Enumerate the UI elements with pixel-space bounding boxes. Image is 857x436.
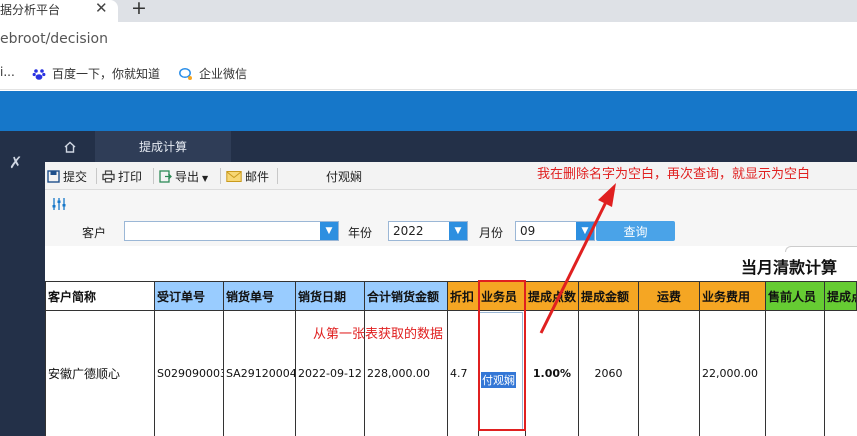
column-header-total-amount: 合计销货金额 (364, 281, 448, 311)
close-icon[interactable]: ✕ (95, 0, 108, 17)
cell-commission-rate: 1.00% (525, 311, 579, 436)
bookmark-label: i... (0, 65, 15, 79)
wecom-icon (179, 67, 192, 80)
month-value: 09 (520, 224, 536, 238)
current-user-name: 付观娴 (326, 170, 363, 184)
sheet-tab-outline (785, 246, 857, 252)
export-icon (159, 170, 172, 183)
customer-label: 客户 (82, 226, 107, 240)
home-icon (64, 141, 76, 153)
sidebar: ✗ (0, 131, 45, 436)
cell-order-no: S029090003 (154, 311, 224, 436)
cell-freight (638, 311, 700, 436)
toolbar-divider (277, 168, 278, 184)
cell-presales (765, 311, 825, 436)
column-header-discount: 折扣 (447, 281, 479, 311)
month-label: 月份 (479, 226, 504, 240)
browser-tab-strip: 据分析平台 ✕ + (0, 0, 857, 22)
new-tab-icon[interactable]: + (131, 0, 147, 19)
address-text[interactable]: ebroot/decision (0, 31, 108, 47)
column-header-order-no: 受订单号 (154, 281, 224, 311)
column-header-customer: 客户简称 (45, 281, 155, 311)
mail-button[interactable]: 邮件 (226, 168, 269, 185)
bookmark-wecom[interactable]: 企业微信 (179, 65, 247, 82)
print-icon (102, 170, 115, 183)
month-combo[interactable]: 09 ▼ (515, 221, 595, 241)
baidu-paw-icon (32, 69, 46, 80)
pin-icon[interactable]: ✗ (9, 153, 22, 172)
annotation-top: 我在删除名字为空白，再次查询，就显示为空白 (537, 167, 811, 182)
year-combo[interactable]: 2022 ▼ (388, 221, 468, 241)
print-button[interactable]: 打印 (102, 168, 142, 185)
column-header-sales-date: 销货日期 (295, 281, 365, 311)
save-icon (47, 170, 60, 183)
cell-customer: 安徽广德顺心 (45, 311, 155, 436)
bookmark-baidu[interactable]: 百度一下，你就知道 (32, 65, 160, 82)
app-tab-bar: 提成计算 (45, 131, 857, 162)
annotation-highlight-box (478, 280, 526, 431)
bookmark-label: 百度一下，你就知道 (52, 67, 161, 81)
browser-tab[interactable]: 据分析平台 ✕ (0, 0, 118, 22)
column-header-business-cost: 业务费用 (699, 281, 766, 311)
annotation-middle: 从第一张表获取的数据 (313, 327, 444, 342)
browser-tab-title: 据分析平台 (0, 3, 61, 17)
bookmark-label: 企业微信 (199, 67, 248, 81)
column-header-commission-rate: 提成点数 (525, 281, 579, 311)
address-bar[interactable]: ebroot/decision (0, 22, 857, 56)
filter-bar: 客户 ▼ 年份 2022 ▼ 月份 09 ▼ 查询 (45, 218, 857, 246)
bookmarks-bar: i... 百度一下，你就知道 企业微信 (0, 56, 857, 90)
column-header-presales: 售前人员 (765, 281, 825, 311)
chevron-down-icon[interactable]: ▼ (576, 222, 594, 240)
app-header (0, 91, 857, 131)
cell-commission-amount: 2060 (578, 311, 639, 436)
chevron-down-icon: ▼ (202, 174, 209, 183)
cell-sales-no: SA29120004 (223, 311, 296, 436)
filter-toggle-row (45, 190, 857, 218)
year-label: 年份 (348, 226, 373, 240)
bookmark-app[interactable]: i... (0, 65, 15, 79)
cell-business-cost: 22,000.00 (699, 311, 766, 436)
chevron-down-icon[interactable]: ▼ (320, 222, 338, 240)
column-header-commission-amount: 提成金额 (578, 281, 639, 311)
filter-settings-icon[interactable] (51, 196, 67, 212)
cell-discount: 4.7 (447, 311, 479, 436)
tab-report[interactable]: 提成计算 (95, 131, 231, 162)
toolbar-divider (153, 168, 154, 184)
query-button[interactable]: 查询 (596, 221, 675, 241)
customer-combo[interactable]: ▼ (124, 221, 339, 241)
export-button[interactable]: 导出 ▼ (159, 168, 208, 185)
mail-icon (226, 171, 242, 182)
column-header-presales-rate: 提成点 (824, 281, 857, 311)
cell-presales-rate (824, 311, 857, 436)
toolbar-divider (220, 168, 221, 184)
home-tab[interactable] (45, 131, 95, 162)
toolbar-divider (96, 168, 97, 184)
year-value: 2022 (393, 224, 424, 238)
report-title: 当月清款计算 (741, 258, 838, 277)
column-header-freight: 运费 (638, 281, 700, 311)
column-header-sales-no: 销货单号 (223, 281, 296, 311)
chevron-down-icon[interactable]: ▼ (449, 222, 467, 240)
submit-button[interactable]: 提交 (47, 168, 87, 185)
